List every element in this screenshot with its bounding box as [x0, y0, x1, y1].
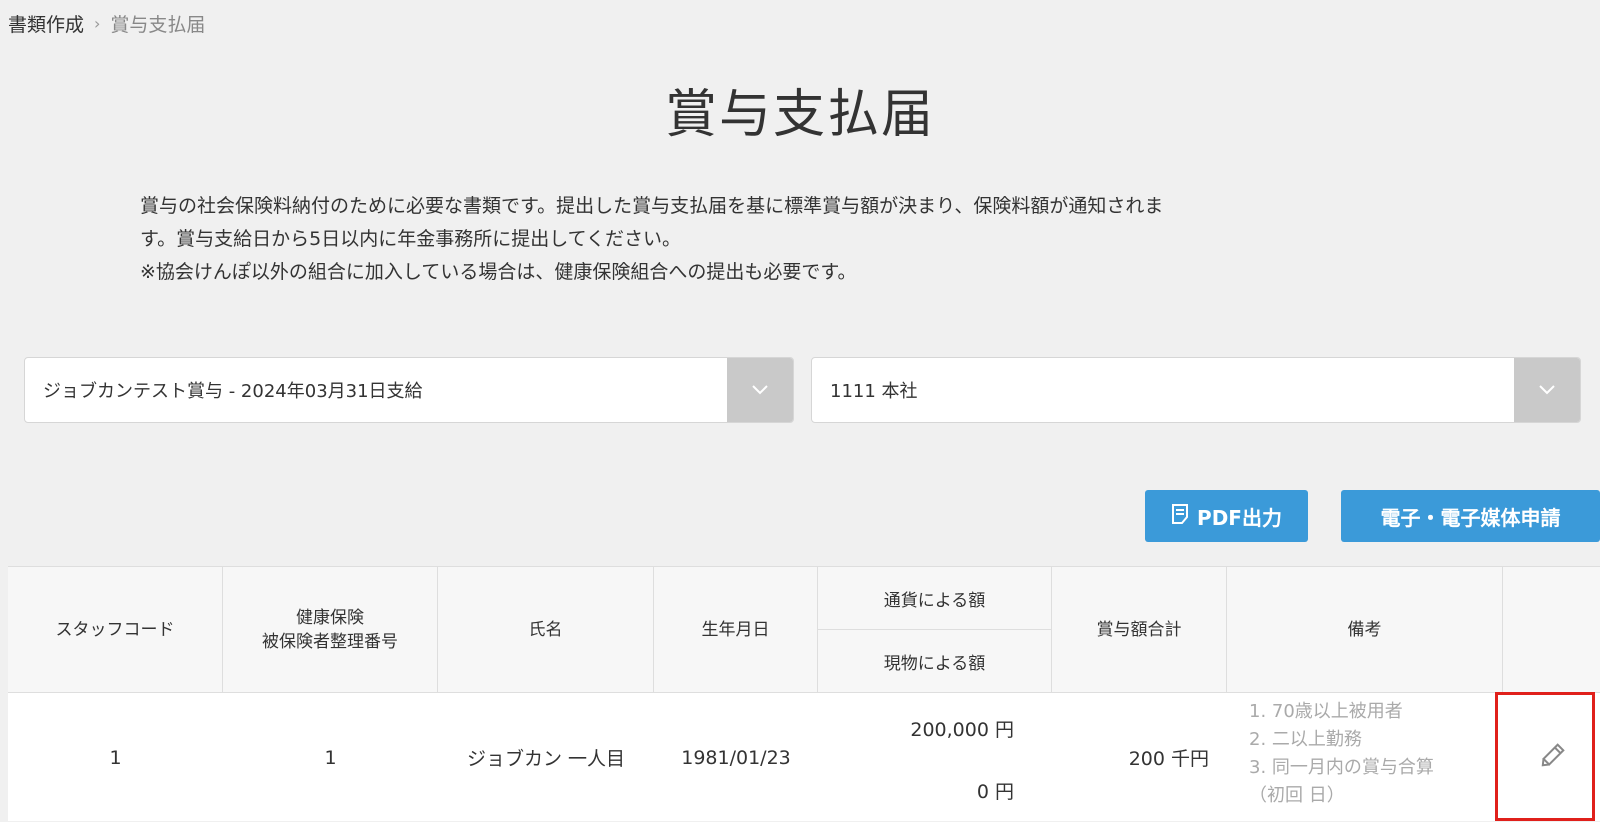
cell-notes: 1. 70歳以上被用者 2. 二以上勤務 3. 同一月内の賞与合算 （初回 日）: [1227, 698, 1503, 810]
bonus-select-value: ジョブカンテスト賞与 - 2024年03月31日支給: [43, 381, 423, 402]
cell-currency-amount: 200,000 円: [910, 719, 1014, 741]
header-birthdate: 生年月日: [654, 567, 818, 693]
pencil-icon: [1537, 741, 1567, 775]
breadcrumb-separator: ›: [94, 14, 101, 33]
header-name: 氏名: [438, 567, 654, 693]
bonus-payment-table: スタッフコード 健康保険 被保険者整理番号 氏名 生年月日 通貨による額 現物に…: [8, 566, 1600, 821]
cell-insured-number: 1: [324, 746, 337, 769]
cell-birthdate: 1981/01/23: [681, 746, 791, 769]
pdf-output-button[interactable]: PDF出力: [1145, 490, 1308, 542]
header-insured-number-line2: 被保険者整理番号: [262, 632, 398, 652]
header-insured-number-line1: 健康保険: [296, 608, 364, 628]
description-line-3: ※協会けんぽ以外の組合に加入している場合は、健康保険組合への提出も必要です。: [140, 261, 857, 283]
office-select-value: 1111 本社: [830, 381, 918, 402]
chevron-down-icon[interactable]: [727, 358, 793, 422]
note-item: 1. 70歳以上被用者: [1249, 701, 1403, 722]
cell-bonus-total: 200 千円: [1128, 748, 1209, 770]
cell-amounts: 200,000 円 0 円: [818, 693, 1052, 822]
page-description: 賞与の社会保険料納付のために必要な書類です。提出した賞与支払届を基に標準賞与額が…: [140, 190, 1430, 289]
cell-in-kind-amount: 0 円: [976, 781, 1014, 803]
breadcrumb-current: 賞与支払届: [110, 14, 206, 36]
header-in-kind-amount: 現物による額: [818, 630, 1052, 693]
header-actions: [1503, 567, 1600, 693]
note-item: 3. 同一月内の賞与合算: [1249, 757, 1434, 778]
bonus-select[interactable]: ジョブカンテスト賞与 - 2024年03月31日支給: [24, 357, 794, 423]
table-row: 1 1 ジョブカン 一人目 1981/01/23 200,000 円 0 円 2…: [8, 693, 1600, 822]
header-insured-number: 健康保険 被保険者整理番号: [223, 567, 438, 693]
note-item: 2. 二以上勤務: [1249, 729, 1362, 750]
note-item: （初回 日）: [1249, 785, 1345, 806]
breadcrumb: 書類作成 › 賞与支払届: [8, 10, 205, 37]
table-header: スタッフコード 健康保険 被保険者整理番号 氏名 生年月日 通貨による額 現物に…: [8, 567, 1600, 693]
description-line-1: 賞与の社会保険料納付のために必要な書類です。提出した賞与支払届を基に標準賞与額が…: [140, 195, 1164, 217]
header-bonus-total: 賞与額合計: [1052, 567, 1227, 693]
description-line-2: す。賞与支給日から5日以内に年金事務所に提出してください。: [140, 228, 682, 250]
header-currency-amount: 通貨による額: [818, 567, 1052, 630]
pdf-output-label: PDF出力: [1197, 505, 1282, 530]
cell-name: ジョブカン 一人目: [466, 748, 626, 770]
office-select[interactable]: 1111 本社: [811, 357, 1581, 423]
header-staff-code: スタッフコード: [8, 567, 223, 693]
page-title: 賞与支払届: [664, 85, 935, 145]
edit-button[interactable]: [1503, 693, 1600, 822]
breadcrumb-document-creation-link[interactable]: 書類作成: [8, 10, 84, 37]
header-notes: 備考: [1227, 567, 1503, 693]
document-icon: [1171, 503, 1189, 530]
cell-staff-code: 1: [109, 746, 122, 769]
chevron-down-icon[interactable]: [1514, 358, 1580, 422]
electronic-application-button[interactable]: 電子・電子媒体申請: [1341, 490, 1600, 542]
